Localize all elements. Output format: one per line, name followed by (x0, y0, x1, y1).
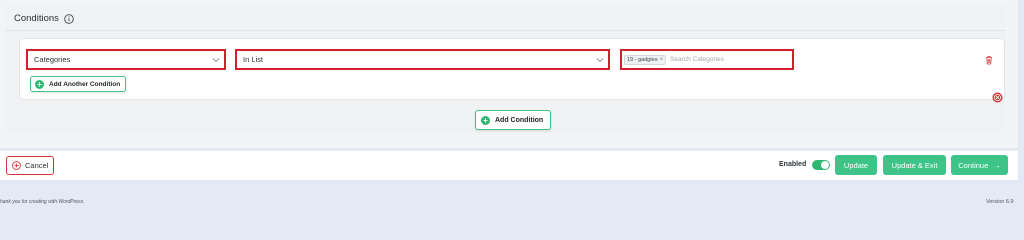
footer-version: Version 6.9 (986, 199, 1014, 205)
condition-operator-select[interactable]: In List (235, 49, 610, 70)
update-label: Update (843, 160, 869, 170)
arrow-right-icon: → (993, 160, 1001, 170)
conditions-card: Conditions Categories In List 19 - gadgt… (5, 3, 1006, 134)
condition-value-field[interactable]: 19 - gadgtes × Search Categories (620, 49, 794, 70)
cancel-label: Cancel (25, 161, 49, 170)
update-button[interactable]: Update (835, 155, 877, 175)
update-exit-label: Update & Exit (891, 160, 938, 170)
category-tag: 19 - gadgtes × (624, 54, 667, 65)
add-another-condition-button[interactable]: + Add Another Condition (30, 76, 127, 92)
plus-circle-icon: + (481, 115, 490, 125)
header-divider (5, 30, 1006, 31)
continue-button[interactable]: Continue → (951, 155, 1008, 175)
plus-circle-icon: + (35, 79, 44, 89)
info-icon[interactable] (64, 13, 74, 24)
condition-type-select[interactable]: Categories (26, 49, 226, 70)
enabled-toggle[interactable] (812, 160, 830, 170)
footer-thanks: hank you for creating with WordPress. (0, 199, 85, 205)
add-condition-button[interactable]: + Add Condition (475, 110, 552, 130)
continue-label: Continue (958, 160, 989, 170)
add-condition-label: Add Condition (495, 116, 544, 124)
condition-rule: Categories In List 19 - gadgtes × Search… (19, 38, 1005, 100)
cancel-button[interactable]: Cancel (6, 156, 54, 175)
chevron-down-icon (596, 58, 604, 63)
add-another-condition-label: Add Another Condition (49, 80, 121, 88)
conditions-title: Conditions (14, 13, 59, 24)
remove-condition-group-icon[interactable] (992, 92, 1003, 103)
category-tag-label: 19 - gadgtes (627, 56, 658, 63)
chevron-down-icon (212, 58, 220, 63)
trash-icon[interactable] (984, 55, 994, 65)
enabled-label: Enabled (779, 161, 807, 168)
condition-operator-value: In List (243, 55, 264, 64)
conditions-header: Conditions (14, 13, 74, 24)
condition-type-value: Categories (34, 55, 71, 64)
remove-tag-icon[interactable]: × (660, 57, 664, 63)
conditions-panel: Conditions Categories In List 19 - gadgt… (0, 0, 1018, 148)
category-search-input[interactable]: Search Categories (670, 56, 724, 63)
action-bar: Cancel Enabled Update Update & Exit Cont… (0, 151, 1018, 180)
update-exit-button[interactable]: Update & Exit (883, 155, 946, 175)
cancel-circle-icon (12, 161, 21, 170)
